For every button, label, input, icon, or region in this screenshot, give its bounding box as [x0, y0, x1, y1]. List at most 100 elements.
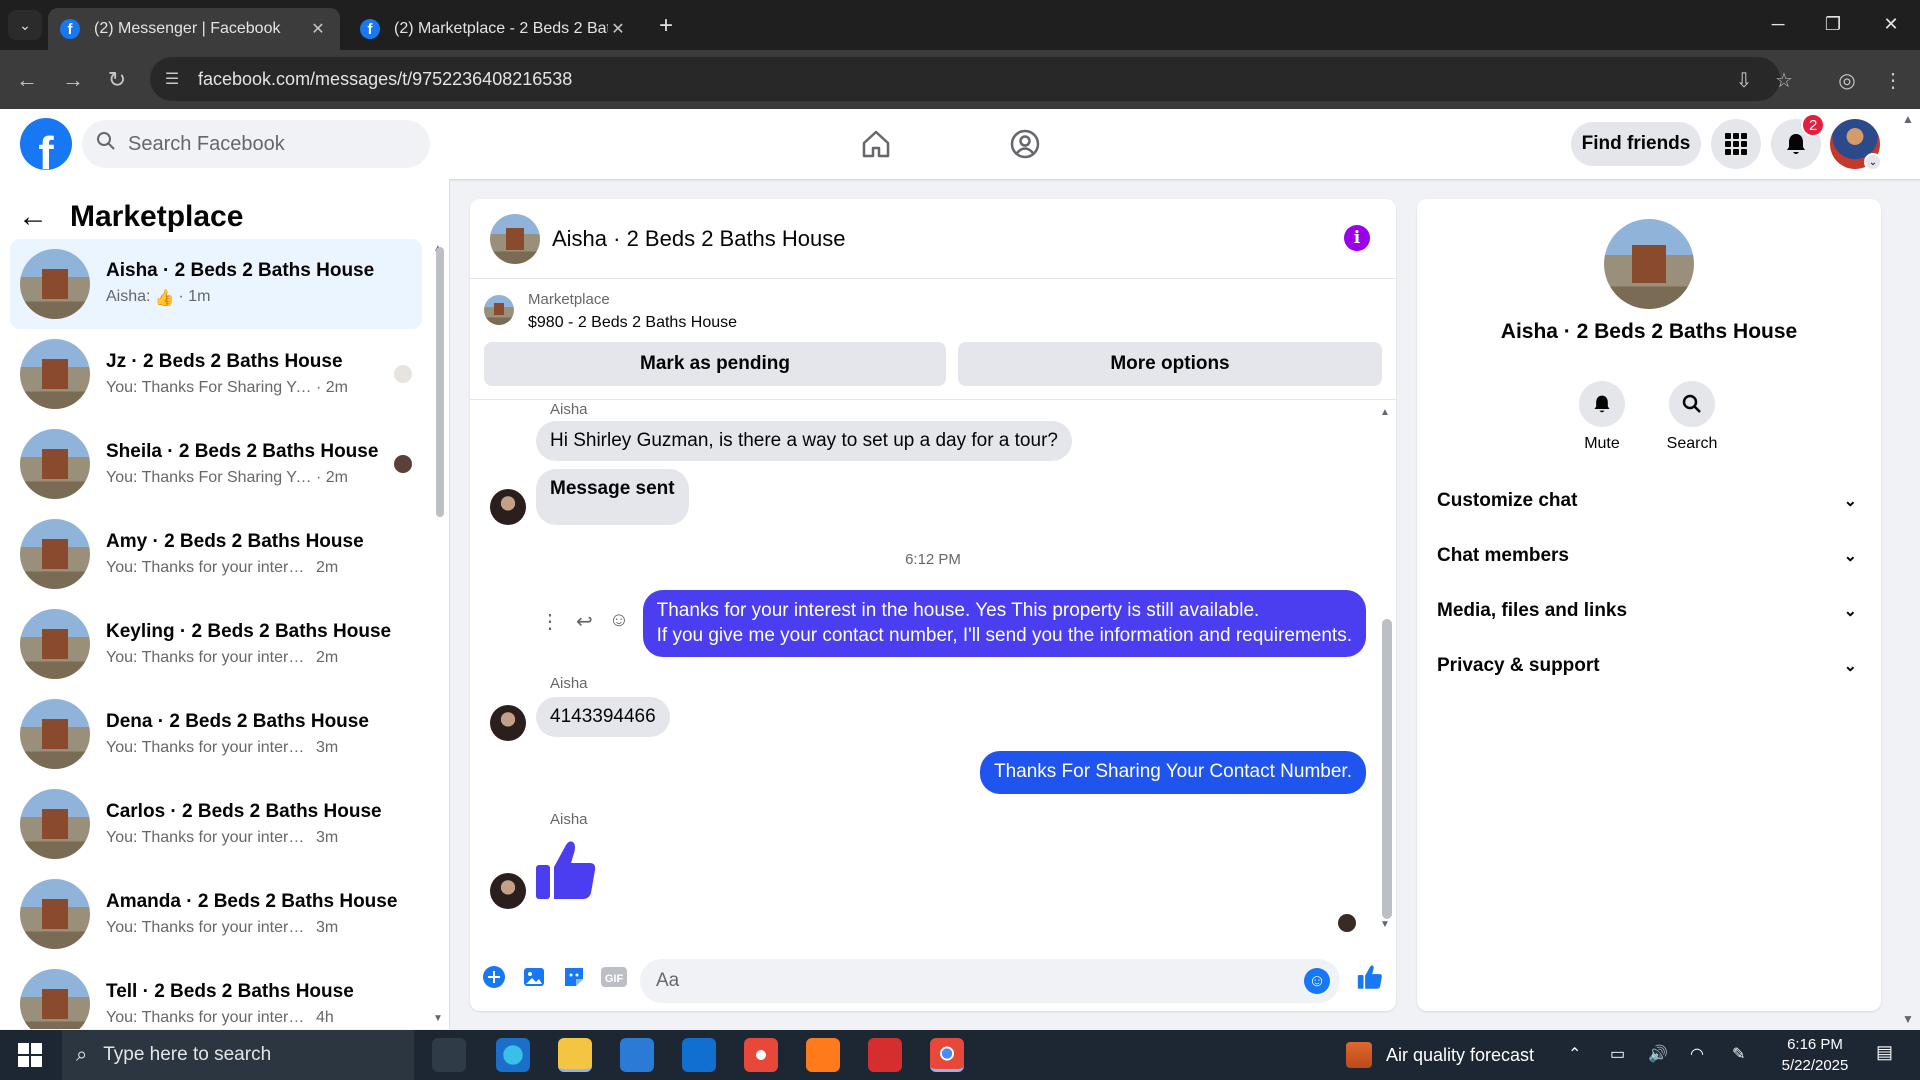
incoming-message[interactable]: Message sent	[536, 469, 689, 525]
sender-avatar[interactable]	[490, 873, 526, 909]
conversation-item[interactable]: Carlos · 2 Beds 2 Baths House You: Thank…	[10, 779, 422, 869]
outgoing-message[interactable]: Thanks For Sharing Your Contact Number.	[979, 751, 1366, 794]
conversation-item[interactable]: Aisha · 2 Beds 2 Baths House Aisha: 👍 · 1m	[10, 239, 422, 329]
sidebar-scrollbar[interactable]	[436, 247, 444, 517]
conversation-item[interactable]: Dena · 2 Beds 2 Baths House You: Thanks …	[10, 689, 422, 779]
clock-time: 6:16 PM	[1787, 1036, 1843, 1053]
facebook-logo-icon[interactable]: f	[20, 118, 72, 170]
conversation-item[interactable]: Amy · 2 Beds 2 Baths House You: Thanks f…	[10, 509, 422, 599]
edge-icon[interactable]	[496, 1038, 530, 1072]
incoming-message[interactable]: Hi Shirley Guzman, is there a way to set…	[536, 421, 1072, 461]
outlook-icon[interactable]	[682, 1038, 716, 1072]
pdf-app-icon[interactable]	[868, 1038, 902, 1072]
listing-avatar[interactable]	[1604, 219, 1694, 309]
sender-avatar[interactable]	[490, 489, 526, 525]
tab-search-button[interactable]: ⌄	[8, 10, 42, 40]
file-explorer-icon[interactable]	[558, 1038, 592, 1072]
listing-summary[interactable]: Marketplace $980 - 2 Beds 2 Baths House	[484, 291, 737, 332]
message-input-box[interactable]: ☺	[640, 959, 1340, 1003]
windows-start-icon[interactable]	[10, 1040, 50, 1070]
conversation-item[interactable]: Sheila · 2 Beds 2 Baths House You: Thank…	[10, 419, 422, 509]
profile-icon[interactable]: ◎	[1830, 63, 1864, 97]
react-emoji-icon[interactable]: ☺	[609, 609, 629, 634]
photo-icon[interactable]	[518, 961, 550, 993]
sticker-icon[interactable]	[558, 961, 590, 993]
scroll-down-arrow-icon[interactable]: ▼	[1380, 919, 1390, 930]
emoji-icon[interactable]: ☺	[1304, 968, 1330, 994]
chrome-app-icon[interactable]	[744, 1038, 778, 1072]
gif-icon[interactable]: GIF	[598, 961, 630, 993]
reload-icon[interactable]: ↻	[100, 63, 134, 97]
close-tab-icon[interactable]: ✕	[308, 19, 328, 39]
message-input[interactable]	[656, 970, 1256, 992]
privacy-support-section[interactable]: Privacy & support ⌄	[1437, 646, 1867, 686]
url-text[interactable]: facebook.com/messages/t/9752236408216538	[198, 69, 572, 90]
more-options-button[interactable]: More options	[958, 342, 1382, 386]
search-input[interactable]	[128, 132, 408, 156]
more-icon[interactable]: ⋮	[540, 609, 560, 634]
scroll-up-arrow-icon[interactable]: ▲	[1380, 407, 1390, 418]
chat-title[interactable]: Aisha · 2 Beds 2 Baths House	[552, 226, 846, 252]
scroll-down-arrow-icon[interactable]: ▼	[433, 1013, 443, 1024]
task-view-icon[interactable]	[432, 1038, 466, 1072]
chevron-up-icon[interactable]: ⌃	[1568, 1044, 1581, 1064]
close-tab-icon[interactable]: ✕	[608, 19, 628, 39]
reply-icon[interactable]: ↩	[576, 609, 593, 634]
restore-button[interactable]: ❐	[1810, 8, 1856, 40]
tab-marketplace[interactable]: f (2) Marketplace - 2 Beds 2 Baths House…	[348, 8, 640, 50]
find-friends-button[interactable]: Find friends	[1571, 122, 1701, 166]
minimize-button[interactable]: ─	[1755, 8, 1801, 40]
friends-icon[interactable]	[1003, 122, 1047, 166]
new-tab-button[interactable]: +	[652, 12, 680, 40]
media-files-links-section[interactable]: Media, files and links ⌄	[1437, 591, 1867, 631]
conversation-item[interactable]: Tell · 2 Beds 2 Baths House You: Thanks …	[10, 959, 422, 1029]
customize-chat-section[interactable]: Customize chat ⌄	[1437, 481, 1867, 521]
thumbs-up-sticker-icon[interactable]	[534, 839, 598, 906]
plus-circle-icon[interactable]	[478, 961, 510, 993]
close-window-button[interactable]: ✕	[1868, 8, 1914, 40]
system-clock[interactable]: 6:16 PM 5/22/2025	[1770, 1034, 1860, 1076]
store-icon[interactable]	[620, 1038, 654, 1072]
forward-icon[interactable]: →	[56, 63, 90, 97]
listing-avatar	[20, 429, 90, 499]
site-info-icon[interactable]: ☰	[150, 69, 194, 89]
tab-messenger[interactable]: f (2) Messenger | Facebook ✕	[48, 8, 340, 50]
info-icon[interactable]: i	[1344, 225, 1370, 251]
mark-as-pending-button[interactable]: Mark as pending	[484, 342, 946, 386]
soundcloud-icon[interactable]	[806, 1038, 840, 1072]
back-icon[interactable]: ←	[10, 63, 44, 97]
conversation-item[interactable]: Keyling · 2 Beds 2 Baths House You: Than…	[10, 599, 422, 689]
battery-icon[interactable]: ▭	[1610, 1044, 1625, 1064]
chevron-down-icon[interactable]: ⌄	[1864, 153, 1882, 171]
back-arrow-icon[interactable]: ←	[18, 200, 62, 234]
volume-icon[interactable]: 🔊	[1648, 1044, 1668, 1064]
outgoing-message[interactable]: Thanks for your interest in the house. Y…	[642, 590, 1366, 658]
chat-scrollbar[interactable]	[1382, 619, 1392, 919]
listing-avatar[interactable]	[490, 213, 540, 264]
pen-icon[interactable]: ✎	[1732, 1044, 1745, 1064]
incoming-message[interactable]: 4143394466	[536, 697, 670, 737]
conversation-item[interactable]: Jz · 2 Beds 2 Baths House You: Thanks Fo…	[10, 329, 422, 419]
page-scroll-up-icon[interactable]: ▲	[1902, 112, 1914, 126]
taskbar-search[interactable]: ⌕ Type here to search	[62, 1030, 414, 1080]
wifi-icon[interactable]: ◠	[1690, 1044, 1704, 1064]
conversation-item[interactable]: Amanda · 2 Beds 2 Baths House You: Thank…	[10, 869, 422, 959]
chat-members-section[interactable]: Chat members ⌄	[1437, 536, 1867, 576]
menu-grid-button[interactable]	[1711, 119, 1761, 169]
page-scroll-down-icon[interactable]: ▼	[1902, 1012, 1914, 1026]
search-in-conversation-button[interactable]: Search	[1652, 381, 1732, 453]
thumbs-up-send-icon[interactable]	[1354, 961, 1386, 993]
chrome-icon[interactable]	[930, 1038, 964, 1072]
menu-icon[interactable]: ⋮	[1876, 63, 1910, 97]
home-icon[interactable]	[854, 122, 898, 166]
install-icon[interactable]: ⇩	[1727, 63, 1761, 97]
mute-button[interactable]: Mute	[1562, 381, 1642, 453]
notification-center-icon[interactable]: ▤	[1876, 1042, 1893, 1063]
details-title: Aisha · 2 Beds 2 Baths House	[1500, 320, 1798, 343]
facebook-search[interactable]	[82, 120, 430, 168]
sender-avatar[interactable]	[490, 705, 526, 741]
star-icon[interactable]: ☆	[1767, 63, 1801, 97]
omnibox[interactable]: ☰ facebook.com/messages/t/97522364082165…	[150, 57, 1780, 101]
chevron-down-icon: ⌄	[1843, 493, 1857, 510]
weather-widget[interactable]: Air quality forecast	[1346, 1042, 1534, 1068]
